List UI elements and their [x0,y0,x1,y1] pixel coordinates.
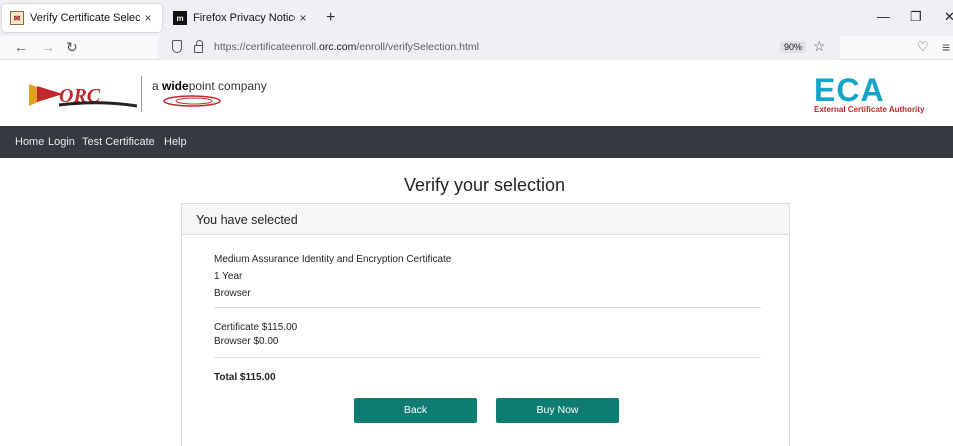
product-term: 1 Year [214,271,243,282]
mozilla-favicon-icon: m [173,11,187,25]
orc-logo: ORC [29,84,138,108]
tab-close-icon[interactable]: × [295,11,311,25]
reload-icon[interactable]: ↻ [66,39,78,56]
widepoint-tagline: a widepoint company [152,79,267,93]
pocket-icon[interactable]: ♡ [917,39,929,55]
divider [214,357,761,358]
web-page: ORC a widepoint company ECA External Cer… [0,60,953,446]
divider [214,307,761,308]
url-text[interactable]: https://certificateenroll.orc.com/enroll… [214,41,479,53]
tab-title: Verify Certificate Selection [30,12,140,24]
site-navigation: Home Login Test Certificate Help [0,126,953,158]
zoom-level-badge[interactable]: 90% [780,41,807,53]
buy-now-button[interactable]: Buy Now [496,398,619,423]
header-divider [141,76,142,112]
nav-test-certificate-link[interactable]: Test Certificate [82,136,155,148]
browser-price: Browser $0.00 [214,336,279,347]
nav-home-link[interactable]: Home [15,136,44,148]
selection-card: You have selected Medium Assurance Ident… [181,203,790,446]
nav-help-link[interactable]: Help [164,136,187,148]
eca-logo: ECA External Certificate Authority [814,72,925,114]
total-price: Total $115.00 [214,372,276,383]
orc-favicon-icon: ✉ [10,11,24,25]
tab-title: Firefox Privacy Notice — Mozill [193,12,295,24]
minimize-icon[interactable]: — [877,9,890,24]
card-header: You have selected [182,204,789,235]
tab-close-icon[interactable]: × [140,11,156,25]
restore-icon[interactable]: ❐ [910,9,922,25]
product-type: Browser [214,288,251,299]
tab-verify-certificate[interactable]: ✉ Verify Certificate Selection × [2,4,162,32]
forward-arrow-icon[interactable]: → [41,39,55,55]
product-name: Medium Assurance Identity and Encryption… [214,254,452,265]
shield-icon[interactable] [172,40,182,53]
bookmark-star-icon[interactable]: ☆ [813,38,826,55]
browser-toolbar: ← → ↻ https://certificateenroll.orc.com/… [0,36,953,60]
menu-icon[interactable]: ≡ [942,39,950,55]
address-bar[interactable]: https://certificateenroll.orc.com/enroll… [158,36,840,60]
eca-subtitle: External Certificate Authority [814,105,925,114]
lock-icon[interactable] [194,40,203,53]
eca-title: ECA [814,72,885,108]
back-arrow-icon[interactable]: ← [14,39,28,55]
widepoint-swoosh-icon [163,95,221,107]
tab-firefox-privacy[interactable]: m Firefox Privacy Notice — Mozill × [167,4,317,32]
page-title: Verify your selection [403,175,566,195]
new-tab-button[interactable]: + [326,9,335,27]
back-button[interactable]: Back [354,398,477,423]
window-close-icon[interactable]: ✕ [944,9,953,25]
certificate-price: Certificate $115.00 [214,322,298,333]
nav-login-link[interactable]: Login [48,136,75,148]
browser-tab-strip: ✉ Verify Certificate Selection × m Firef… [0,0,953,36]
